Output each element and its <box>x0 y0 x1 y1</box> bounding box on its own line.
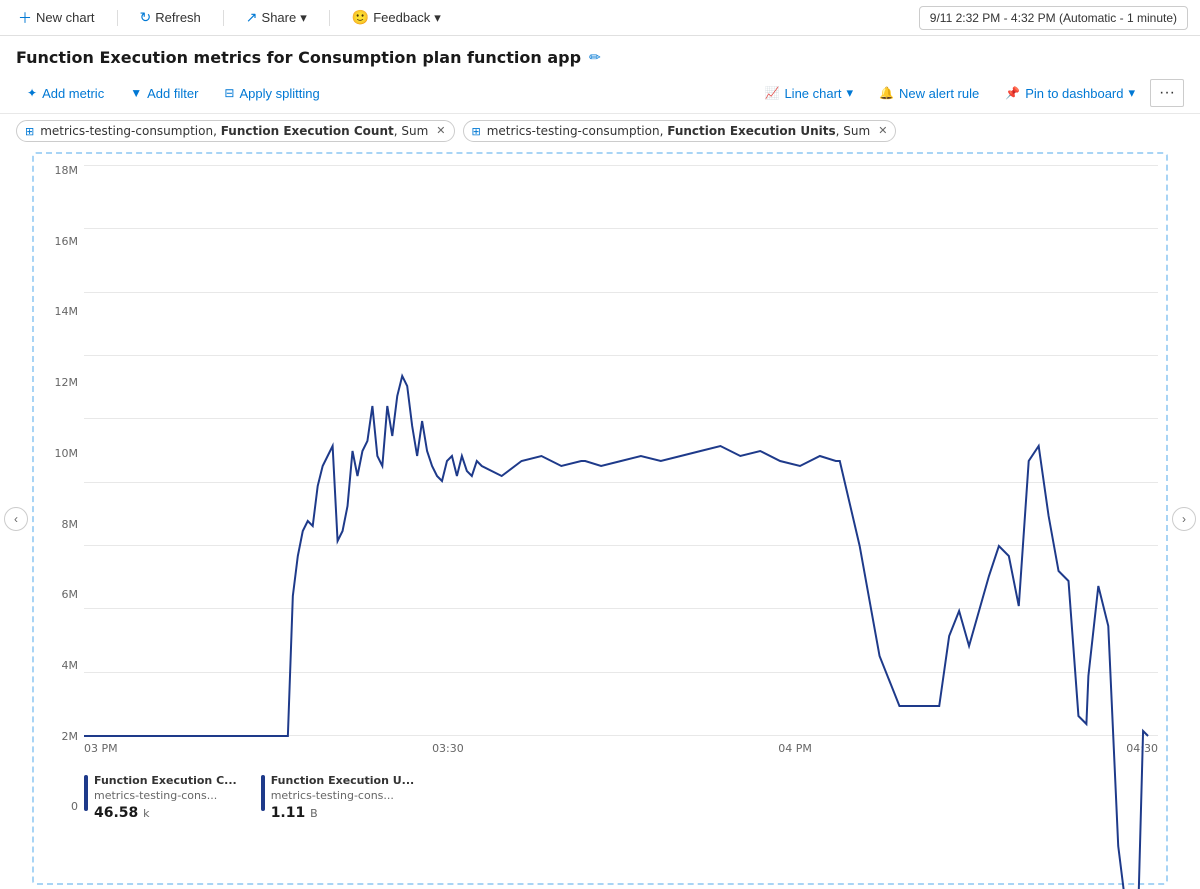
chart-svg <box>84 166 1158 736</box>
refresh-button[interactable]: ↻ Refresh <box>134 5 207 30</box>
tag-name-1: metrics-testing-consumption, <box>487 124 667 138</box>
y-label-6m: 6M <box>38 588 78 601</box>
page-title-area: Function Execution metrics for Consumpti… <box>0 36 1200 73</box>
y-axis: 0 2M 4M 6M 8M 10M 12M 14M 16M 18M <box>34 154 82 823</box>
metric-toolbar-right: 📈 Line chart ▾ 🔔 New alert rule 📌 Pin to… <box>754 79 1185 107</box>
legend-item-1: Function Execution U... metrics-testing-… <box>261 773 415 823</box>
x-label-04pm: 04 PM <box>778 742 812 755</box>
tag-icon-1: ⊞ <box>472 125 481 138</box>
pin-icon: 📌 <box>1005 86 1020 100</box>
feedback-button[interactable]: 🙂 Feedback ▾ <box>346 5 447 30</box>
refresh-icon: ↻ <box>140 9 152 26</box>
legend-color-0 <box>84 775 88 811</box>
edit-icon[interactable]: ✏ <box>589 50 601 66</box>
new-alert-rule-button[interactable]: 🔔 New alert rule <box>868 80 990 107</box>
legend-name-0: Function Execution C... <box>94 773 237 788</box>
chart-container: 0 2M 4M 6M 8M 10M 12M 14M 16M 18M <box>32 152 1168 885</box>
apply-splitting-button[interactable]: ⊟ Apply splitting <box>213 80 330 107</box>
top-bar-left: ＋ New chart ↻ Refresh ↗ Share ▾ 🙂 Feedba… <box>12 4 447 32</box>
tag-remove-1[interactable]: ✕ <box>878 126 887 137</box>
chart-wrapper: ‹ 0 2M 4M 6M 8M 10M 12M 14M 16M 18M <box>16 152 1184 885</box>
divider-3 <box>329 10 330 26</box>
metric-toolbar: ✦ Add metric ▼ Add filter ⊟ Apply splitt… <box>0 73 1200 114</box>
pin-chevron: ▾ <box>1128 85 1135 101</box>
legend-unit-1: B <box>310 807 318 820</box>
legend-value-0: 46.58 k <box>94 804 237 824</box>
nav-arrow-left[interactable]: ‹ <box>4 507 28 531</box>
y-label-2m: 2M <box>38 730 78 743</box>
y-label-16m: 16M <box>38 235 78 248</box>
metric-tag-0: ⊞ metrics-testing-consumption, Function … <box>16 120 455 142</box>
y-label-8m: 8M <box>38 518 78 531</box>
legend-item-0: Function Execution C... metrics-testing-… <box>84 773 237 823</box>
legend-color-1 <box>261 775 265 811</box>
tag-text-0: metrics-testing-consumption, Function Ex… <box>40 124 428 138</box>
legend-text-1: Function Execution U... metrics-testing-… <box>271 773 415 823</box>
metric-tags: ⊞ metrics-testing-consumption, Function … <box>0 114 1200 148</box>
add-metric-button[interactable]: ✦ Add metric <box>16 80 115 107</box>
share-icon: ↗ <box>246 9 258 26</box>
y-label-12m: 12M <box>38 376 78 389</box>
sparkle-icon: ✦ <box>27 86 37 100</box>
tag-text-1: metrics-testing-consumption, Function Ex… <box>487 124 870 138</box>
chart-type-chevron: ▾ <box>847 85 854 101</box>
legend-sub-1: metrics-testing-cons... <box>271 788 415 803</box>
chart-legend: Function Execution C... metrics-testing-… <box>84 765 1158 823</box>
tag-agg-1: , Sum <box>836 124 871 138</box>
metric-toolbar-left: ✦ Add metric ▼ Add filter ⊟ Apply splitt… <box>16 80 331 107</box>
x-axis: 03 PM 03:30 04 PM 04:30 <box>84 742 1158 755</box>
feedback-chevron: ▾ <box>434 10 441 26</box>
tag-metric-0: Function Execution Count <box>221 124 394 138</box>
tag-remove-0[interactable]: ✕ <box>436 126 445 137</box>
plus-icon: ＋ <box>18 8 32 28</box>
tag-name-0: metrics-testing-consumption, <box>40 124 220 138</box>
line-chart-icon: 📈 <box>765 86 780 100</box>
top-bar: ＋ New chart ↻ Refresh ↗ Share ▾ 🙂 Feedba… <box>0 0 1200 36</box>
y-label-0: 0 <box>38 800 78 813</box>
split-icon: ⊟ <box>224 86 234 100</box>
share-chevron: ▾ <box>300 10 307 26</box>
more-options-button[interactable]: ··· <box>1150 79 1184 107</box>
divider-1 <box>117 10 118 26</box>
y-label-14m: 14M <box>38 305 78 318</box>
divider-2 <box>223 10 224 26</box>
legend-value-1: 1.11 B <box>271 804 415 824</box>
metric-tag-1: ⊞ metrics-testing-consumption, Function … <box>463 120 897 142</box>
legend-unit-0: k <box>143 807 149 820</box>
chart-type-button[interactable]: 📈 Line chart ▾ <box>754 79 865 107</box>
page-title: Function Execution metrics for Consumpti… <box>16 48 581 67</box>
tag-agg-0: , Sum <box>394 124 429 138</box>
legend-sub-0: metrics-testing-cons... <box>94 788 237 803</box>
y-label-18m: 18M <box>38 164 78 177</box>
add-filter-button[interactable]: ▼ Add filter <box>119 80 209 107</box>
top-bar-right: 9/11 2:32 PM - 4:32 PM (Automatic - 1 mi… <box>919 6 1188 30</box>
legend-text-0: Function Execution C... metrics-testing-… <box>94 773 237 823</box>
pin-to-dashboard-button[interactable]: 📌 Pin to dashboard ▾ <box>994 79 1146 107</box>
y-label-4m: 4M <box>38 659 78 672</box>
share-button[interactable]: ↗ Share ▾ <box>240 5 313 30</box>
chart-inner <box>84 166 1158 736</box>
y-label-10m: 10M <box>38 447 78 460</box>
tag-icon-0: ⊞ <box>25 125 34 138</box>
bell-icon: 🔔 <box>879 86 894 100</box>
feedback-icon: 🙂 <box>352 9 369 26</box>
tag-metric-1: Function Execution Units <box>667 124 835 138</box>
filter-icon: ▼ <box>130 86 142 100</box>
nav-arrow-right[interactable]: › <box>1172 507 1196 531</box>
time-range-label: 9/11 2:32 PM - 4:32 PM (Automatic - 1 mi… <box>930 11 1177 25</box>
new-chart-button[interactable]: ＋ New chart <box>12 4 101 32</box>
time-range-button[interactable]: 9/11 2:32 PM - 4:32 PM (Automatic - 1 mi… <box>919 6 1188 30</box>
legend-name-1: Function Execution U... <box>271 773 415 788</box>
x-label-03pm: 03 PM <box>84 742 118 755</box>
x-label-0330: 03:30 <box>432 742 464 755</box>
